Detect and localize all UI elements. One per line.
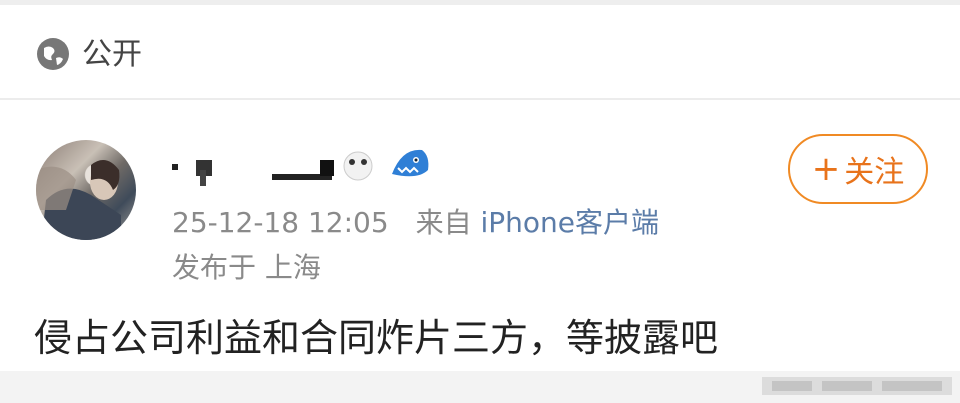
- avatar[interactable]: [36, 140, 136, 240]
- post-text: 侵占公司利益和合同炸片三方，等披露吧: [34, 316, 719, 360]
- bottom-strip: [0, 371, 960, 403]
- username-redacted[interactable]: [172, 140, 382, 188]
- visibility-row[interactable]: 公开: [0, 5, 960, 98]
- post-meta: 25-12-18 12:05 来自 iPhone客户端: [172, 203, 659, 243]
- divider: [0, 98, 960, 100]
- redacted-watermark: [762, 377, 952, 395]
- post-location: 发布于 上海: [172, 251, 321, 284]
- source-prefix: 来自: [415, 206, 472, 239]
- shark-badge-icon: [392, 149, 429, 177]
- globe-icon: [37, 38, 69, 70]
- post-timestamp: 25-12-18 12:05: [172, 206, 389, 239]
- source-link[interactable]: iPhone客户端: [481, 206, 660, 239]
- follow-label: 关注: [844, 155, 905, 190]
- visibility-label: 公开: [82, 37, 142, 72]
- plus-icon: +: [811, 149, 841, 189]
- follow-button[interactable]: + 关注: [788, 134, 928, 204]
